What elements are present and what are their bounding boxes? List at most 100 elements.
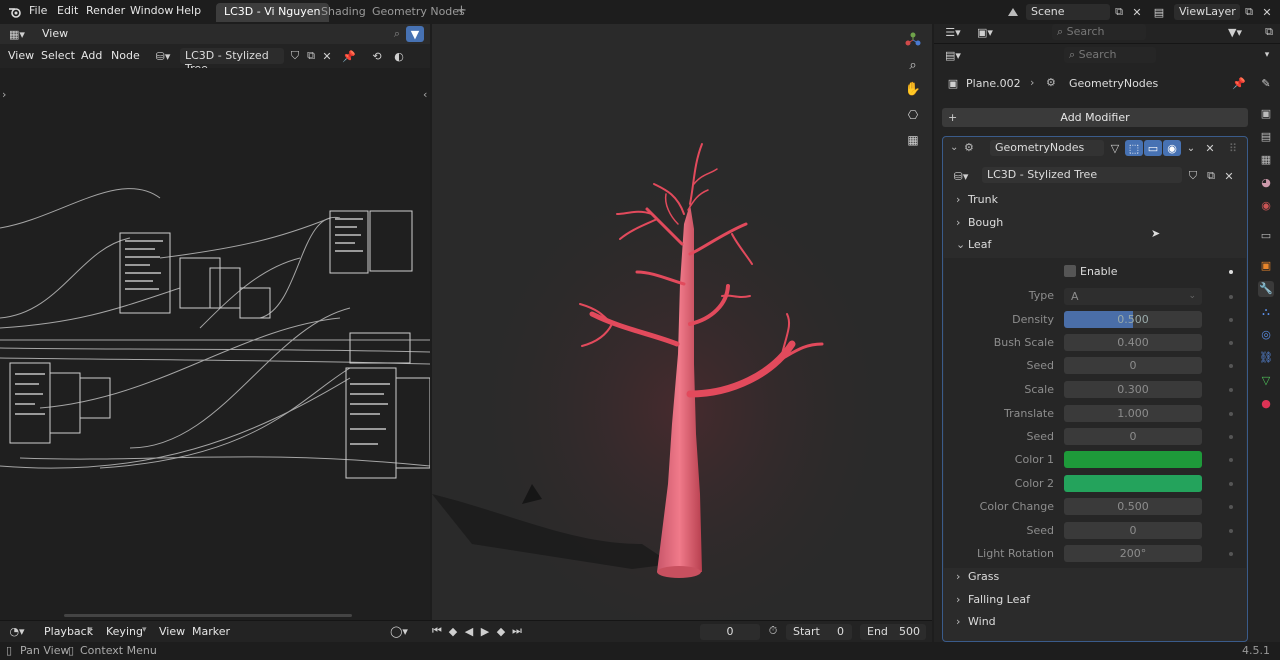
menu-help[interactable]: Help bbox=[176, 4, 201, 17]
material-tab-icon[interactable]: ● bbox=[1258, 396, 1274, 412]
drag-handle-icon[interactable]: ⠿ bbox=[1224, 140, 1242, 156]
grid-ortho-icon[interactable]: ▦ bbox=[904, 132, 922, 148]
outliner-new-icon[interactable]: ⧉ bbox=[1260, 24, 1278, 40]
world-tab-icon[interactable]: ◉ bbox=[1258, 198, 1274, 214]
tool-tab-icon[interactable]: ✎ bbox=[1258, 76, 1274, 92]
outliner-filter-icon[interactable]: ▼▾ bbox=[1226, 24, 1244, 40]
breadcrumb-object[interactable]: Plane.002 bbox=[966, 77, 1021, 90]
scene-close-icon[interactable]: ✕ bbox=[1128, 4, 1146, 20]
section-leaf[interactable]: ⌄ Leaf bbox=[956, 238, 991, 251]
keyframe-dot-icon[interactable] bbox=[1229, 435, 1233, 439]
keyframe-dot-icon[interactable] bbox=[1229, 505, 1233, 509]
type-dropdown[interactable]: A ⌄ bbox=[1064, 288, 1202, 305]
view-layer-new-icon[interactable]: ⧉ bbox=[1240, 4, 1258, 20]
jump-end-icon[interactable]: ⏭ bbox=[508, 623, 526, 639]
keyframe-dot-icon[interactable] bbox=[1229, 529, 1233, 533]
data-tab-icon[interactable]: ▽ bbox=[1258, 373, 1274, 389]
view-layer-icon[interactable]: ▤ bbox=[1150, 4, 1168, 20]
keyframe-dot-icon[interactable] bbox=[1229, 364, 1233, 368]
density-slider[interactable]: 0.500 bbox=[1064, 311, 1202, 328]
timeline-menu-marker[interactable]: Marker bbox=[192, 625, 230, 638]
properties-editor-icon[interactable]: ▤▾ bbox=[944, 47, 962, 63]
keyframe-dot-icon[interactable] bbox=[1229, 341, 1233, 345]
timeline-editor-icon[interactable]: ◔▾ bbox=[8, 623, 26, 639]
timeline-menu-playback[interactable]: Playback bbox=[44, 625, 93, 638]
ne-menu-view[interactable]: View bbox=[8, 49, 34, 62]
chevron-down-icon[interactable]: ⌄ bbox=[1182, 140, 1200, 156]
section-falling-leaf[interactable]: › Falling Leaf bbox=[956, 593, 1030, 606]
menu-render[interactable]: Render bbox=[86, 4, 125, 17]
view-layer-selector[interactable]: ViewLayer bbox=[1174, 4, 1240, 20]
duplicate-icon[interactable]: ⧉ bbox=[1202, 168, 1220, 184]
keyframe-dot-icon[interactable] bbox=[1229, 388, 1233, 392]
scene-new-icon[interactable]: ⧉ bbox=[1110, 4, 1128, 20]
keyframe-dot-icon[interactable] bbox=[1229, 295, 1233, 299]
keyframe-dot-icon[interactable] bbox=[1229, 318, 1233, 322]
physics-tab-icon[interactable]: ◎ bbox=[1258, 327, 1274, 343]
render-camera-icon[interactable]: ◉ bbox=[1163, 140, 1181, 156]
color2-swatch[interactable] bbox=[1064, 475, 1202, 492]
section-bough[interactable]: › Bough bbox=[956, 216, 1003, 229]
editor-type-icon[interactable]: ▦▾ bbox=[8, 26, 26, 42]
collapse-chevron-icon[interactable]: ⌄ bbox=[950, 142, 958, 153]
menu-window[interactable]: Window bbox=[130, 4, 173, 17]
display-mode-icon[interactable]: ▣▾ bbox=[976, 24, 994, 40]
overlay-icon[interactable]: ◐ bbox=[390, 48, 408, 64]
light-rotation-field[interactable]: 200° bbox=[1064, 545, 1202, 562]
node-editor[interactable]: ▦▾ View ⌕ ▼ View Select Add Node ⛁▾ LC3D… bbox=[0, 24, 430, 640]
chevron-down-icon[interactable]: ▾ bbox=[1258, 47, 1276, 63]
zoom-icon[interactable]: ⌕ bbox=[904, 57, 922, 73]
end-frame-field[interactable]: End 500 bbox=[860, 624, 926, 640]
view-layer-close-icon[interactable]: ✕ bbox=[1258, 4, 1276, 20]
node-tree-icon[interactable]: ⛁▾ bbox=[154, 48, 172, 64]
enable-checkbox[interactable] bbox=[1064, 265, 1076, 277]
fake-user-shield-icon[interactable]: ⛉ bbox=[1184, 168, 1202, 184]
timeline-menu-view[interactable]: View bbox=[159, 625, 185, 638]
pan-hand-icon[interactable]: ✋ bbox=[904, 81, 922, 97]
add-workspace-button[interactable]: + bbox=[456, 3, 467, 18]
menu-file[interactable]: File bbox=[29, 4, 47, 17]
outliner-editor-icon[interactable]: ☰▾ bbox=[944, 24, 962, 40]
output-tab-icon[interactable]: ▤ bbox=[1258, 129, 1274, 145]
keyframe-dot-icon[interactable] bbox=[1229, 458, 1233, 462]
edit-mode-cage-icon[interactable]: ▽ bbox=[1106, 140, 1124, 156]
navigation-gizmo-icon[interactable] bbox=[904, 32, 922, 48]
seed-field[interactable]: 0 bbox=[1064, 428, 1202, 445]
keyframe-dot-icon[interactable] bbox=[1229, 552, 1233, 556]
seed-field[interactable]: 0 bbox=[1064, 522, 1202, 539]
pin-icon[interactable]: 📌 bbox=[340, 48, 358, 64]
sidebar-expand-icon[interactable]: ‹ bbox=[423, 88, 427, 101]
object-tab-icon[interactable]: ▣ bbox=[1258, 258, 1274, 274]
section-wind[interactable]: › Wind bbox=[956, 615, 996, 628]
color-change-field[interactable]: 0.500 bbox=[1064, 498, 1202, 515]
constraints-tab-icon[interactable]: ⛓ bbox=[1258, 350, 1274, 366]
timeline-menu-keying[interactable]: Keying bbox=[106, 625, 143, 638]
edit-mode-icon[interactable]: ⬚ bbox=[1125, 140, 1143, 156]
scale-field[interactable]: 0.300 bbox=[1064, 381, 1202, 398]
toolbar-expand-icon[interactable]: › bbox=[2, 88, 6, 101]
node-canvas[interactable] bbox=[0, 68, 430, 640]
scene-tab-icon[interactable]: ◕ bbox=[1258, 175, 1274, 191]
properties-search[interactable]: ⌕ Search bbox=[1064, 47, 1156, 63]
outliner-search[interactable]: ⌕ Search bbox=[1052, 24, 1146, 40]
tab-lc3d[interactable]: LC3D - Vi Nguyen bbox=[216, 3, 329, 22]
section-grass[interactable]: › Grass bbox=[956, 570, 999, 583]
keyframe-dot-icon[interactable] bbox=[1229, 270, 1233, 274]
keyframe-dot-icon[interactable] bbox=[1229, 482, 1233, 486]
scene-icon[interactable] bbox=[1004, 4, 1022, 20]
modifier-name-field[interactable]: GeometryNodes bbox=[990, 140, 1104, 156]
render-tab-icon[interactable]: ▣ bbox=[1258, 106, 1274, 122]
unlink-icon[interactable]: ✕ bbox=[318, 48, 336, 64]
unlink-icon[interactable]: ✕ bbox=[1220, 168, 1238, 184]
node-group-icon[interactable]: ⛁▾ bbox=[952, 168, 970, 184]
bush-scale-field[interactable]: 0.400 bbox=[1064, 334, 1202, 351]
ne-menu-add[interactable]: Add bbox=[81, 49, 102, 62]
funnel-icon[interactable]: ▼ bbox=[406, 26, 424, 42]
scene-selector[interactable]: Scene bbox=[1026, 4, 1110, 20]
ne-menu-select[interactable]: Select bbox=[41, 49, 75, 62]
auto-key-icon[interactable]: ◯▾ bbox=[390, 623, 408, 639]
camera-view-icon[interactable]: ⎔ bbox=[904, 107, 922, 123]
section-trunk[interactable]: › Trunk bbox=[956, 193, 998, 206]
3d-viewport[interactable]: ⌕ ✋ ⎔ ▦ bbox=[432, 24, 932, 640]
filter-icon[interactable]: ⌕ bbox=[388, 26, 406, 42]
